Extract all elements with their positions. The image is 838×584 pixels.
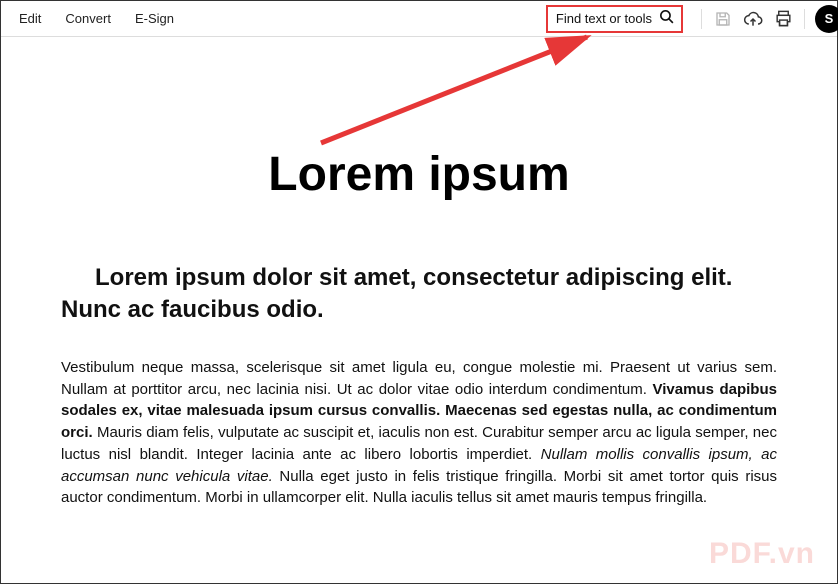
document-heading: Lorem ipsum dolor sit amet, consectetur … — [61, 262, 777, 327]
menu-convert[interactable]: Convert — [55, 7, 121, 30]
avatar[interactable]: S — [815, 5, 838, 33]
divider — [804, 9, 805, 29]
print-icon[interactable] — [768, 4, 798, 34]
save-icon — [708, 4, 738, 34]
search-placeholder: Find text or tools — [556, 11, 652, 26]
document-title: Lorem ipsum — [1, 147, 837, 202]
watermark: PDF.vn — [709, 537, 815, 571]
toolbar: Edit Convert E-Sign Find text or tools — [1, 1, 837, 37]
document-paragraph: Vestibulum neque massa, scelerisque sit … — [61, 357, 777, 509]
menu-group: Edit Convert E-Sign — [9, 7, 184, 30]
search-icon — [658, 8, 675, 30]
menu-esign[interactable]: E-Sign — [125, 7, 184, 30]
document-viewport: Lorem ipsum Lorem ipsum dolor sit amet, … — [1, 37, 837, 583]
menu-edit[interactable]: Edit — [9, 7, 51, 30]
divider — [701, 9, 702, 29]
search-box[interactable]: Find text or tools — [546, 5, 683, 33]
cloud-upload-icon[interactable] — [738, 4, 768, 34]
